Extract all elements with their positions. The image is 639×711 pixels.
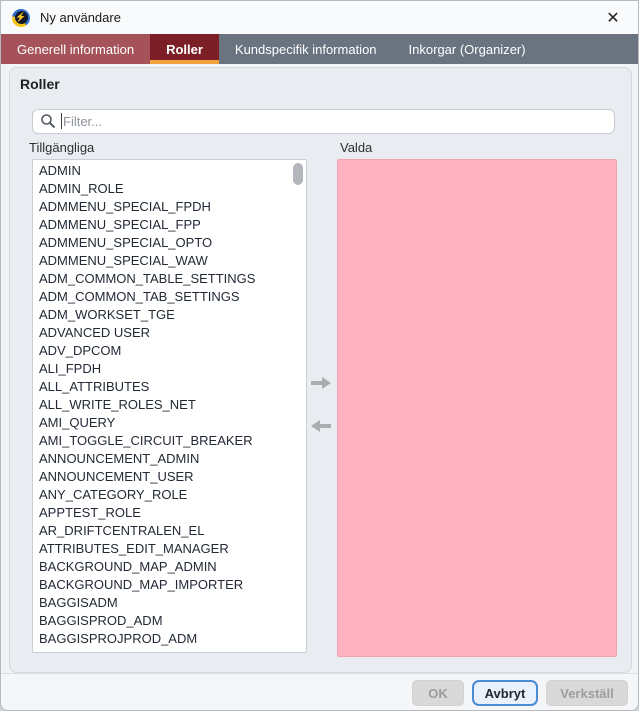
role-item[interactable]: ADMMENU_SPECIAL_WAW <box>39 252 306 270</box>
text-caret <box>61 113 62 129</box>
role-item[interactable]: ADMMENU_SPECIAL_FPDH <box>39 198 306 216</box>
role-item[interactable]: ADMMENU_SPECIAL_FPP <box>39 216 306 234</box>
scrollbar-thumb[interactable] <box>293 163 303 185</box>
role-item[interactable]: BACKGROUND_MAP_ADMIN <box>39 558 306 576</box>
available-list-label: Tillgängliga <box>29 140 94 155</box>
window-title: Ny användare <box>40 10 121 25</box>
selected-roles-list[interactable] <box>337 159 617 657</box>
role-item[interactable]: ANNOUNCEMENT_USER <box>39 468 306 486</box>
panel-heading: Roller <box>20 76 60 92</box>
role-item[interactable]: APPTEST_ROLE <box>39 504 306 522</box>
role-item[interactable]: BAGGISPROJPROD_ADM <box>39 630 306 648</box>
close-icon[interactable]: ✕ <box>600 5 626 31</box>
active-tab-underline <box>150 60 219 64</box>
titlebar: ⚡ Ny användare ✕ <box>1 1 638 34</box>
role-item[interactable]: ANNOUNCEMENT_ADMIN <box>39 450 306 468</box>
role-item[interactable]: AMI_QUERY <box>39 414 306 432</box>
roles-panel: Roller Tillgängliga Valda ADMINADMIN_ROL… <box>9 67 632 673</box>
tab-bar: Generell information Roller Kundspecifik… <box>1 34 638 64</box>
role-item[interactable]: ALL_ATTRIBUTES <box>39 378 306 396</box>
search-icon <box>40 113 56 129</box>
role-item[interactable]: ADMMENU_SPECIAL_OPTO <box>39 234 306 252</box>
role-item[interactable]: BAGGISPROD <box>39 648 306 653</box>
app-icon: ⚡ <box>12 9 30 27</box>
filter-input[interactable] <box>32 109 615 134</box>
role-item[interactable]: AMI_TOGGLE_CIRCUIT_BREAKER <box>39 432 306 450</box>
remove-role-button[interactable] <box>308 416 334 436</box>
role-item[interactable]: BAGGISADM <box>39 594 306 612</box>
role-item[interactable]: ADV_DPCOM <box>39 342 306 360</box>
role-item[interactable]: ADMIN_ROLE <box>39 180 306 198</box>
move-right-icon <box>310 376 332 390</box>
role-item[interactable]: ANY_CATEGORY_ROLE <box>39 486 306 504</box>
role-item[interactable]: ALL_WRITE_ROLES_NET <box>39 396 306 414</box>
selected-list-label: Valda <box>340 140 372 155</box>
role-item[interactable]: BACKGROUND_MAP_IMPORTER <box>39 576 306 594</box>
lightning-icon: ⚡ <box>15 11 28 24</box>
move-left-icon <box>310 419 332 433</box>
tab-kundspecifik-information[interactable]: Kundspecifik information <box>219 34 393 64</box>
apply-button[interactable]: Verkställ <box>546 680 628 706</box>
cancel-button[interactable]: Avbryt <box>472 680 538 706</box>
role-item[interactable]: ATTRIBUTES_EDIT_MANAGER <box>39 540 306 558</box>
role-item[interactable]: ALI_FPDH <box>39 360 306 378</box>
role-item[interactable]: ADM_WORKSET_TGE <box>39 306 306 324</box>
role-item[interactable]: ADMIN <box>39 162 306 180</box>
role-item[interactable]: ADVANCED USER <box>39 324 306 342</box>
tab-roller[interactable]: Roller <box>150 34 219 64</box>
role-item[interactable]: ADM_COMMON_TAB_SETTINGS <box>39 288 306 306</box>
dialog-button-bar: OK Avbryt Verkställ <box>1 673 638 711</box>
role-item[interactable]: ADM_COMMON_TABLE_SETTINGS <box>39 270 306 288</box>
ok-button[interactable]: OK <box>412 680 464 706</box>
add-role-button[interactable] <box>308 373 334 393</box>
available-roles-list[interactable]: ADMINADMIN_ROLEADMMENU_SPECIAL_FPDHADMME… <box>32 159 307 653</box>
filter-field-wrap <box>32 109 615 134</box>
tab-generell-information[interactable]: Generell information <box>1 34 150 64</box>
role-item[interactable]: BAGGISPROD_ADM <box>39 612 306 630</box>
new-user-dialog: ⚡ Ny användare ✕ Generell information Ro… <box>0 0 639 711</box>
role-item[interactable]: AR_DRIFTCENTRALEN_EL <box>39 522 306 540</box>
tab-inkorgar-organizer[interactable]: Inkorgar (Organizer) <box>393 34 542 64</box>
